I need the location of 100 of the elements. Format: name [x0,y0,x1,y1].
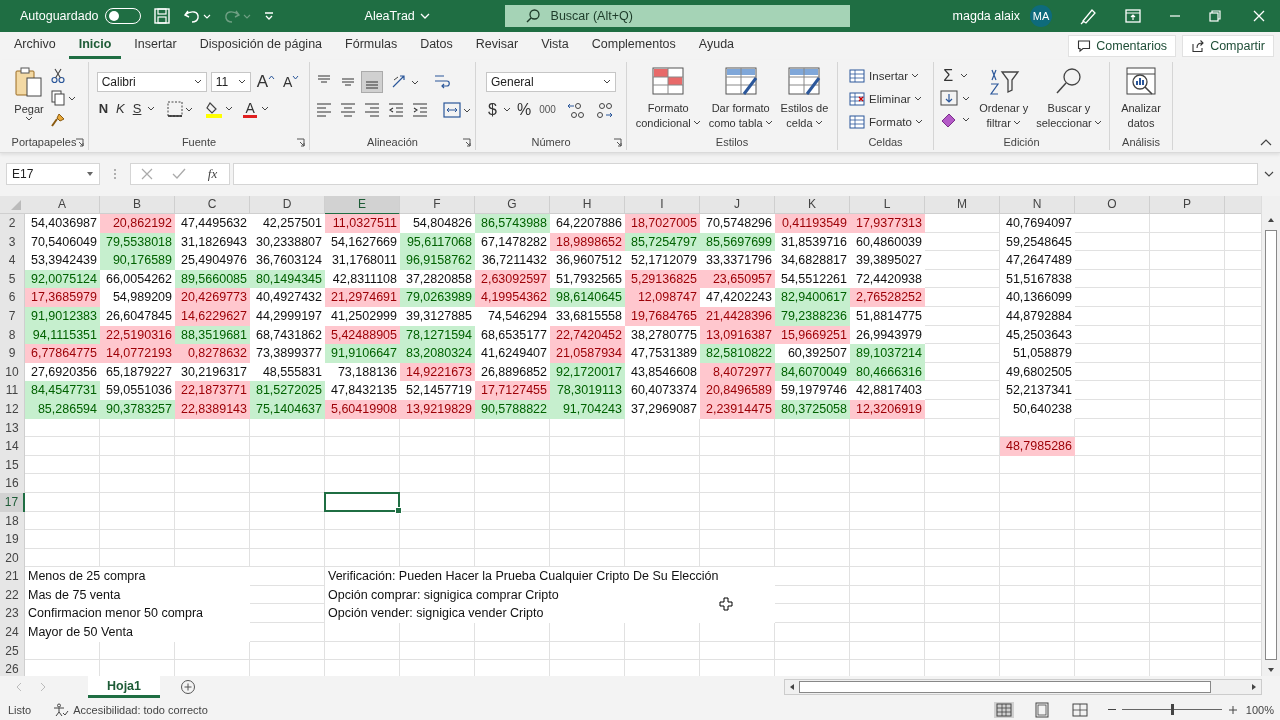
sheet-tab[interactable]: Hoja1 [88,676,160,698]
analyze-data-button[interactable]: Analizar datos [1119,66,1163,130]
row-header[interactable]: 16 [0,474,25,493]
ribbon-group-label: Celdas [868,136,903,148]
menu-tab[interactable]: Revisar [465,33,529,59]
caret-icon [419,12,430,20]
save-icon[interactable] [152,7,171,25]
thousands-button[interactable]: 000 [537,101,558,119]
caret-icon [237,79,246,85]
dialog-launcher-icon[interactable] [296,138,305,147]
font-color-button[interactable]: A [243,100,257,118]
find-select-button[interactable]: Buscar y seleccionar [1034,66,1104,130]
table-cell: Menos de 25 compra [25,567,250,586]
caret-icon [692,120,701,126]
insert-cells-button[interactable]: Insertar [848,66,923,86]
autosum-button[interactable]: Σ [939,66,974,86]
restore-icon[interactable] [1208,9,1222,23]
scroll-down-icon[interactable] [1266,666,1276,674]
search-field[interactable]: Buscar (Alt+Q) [504,5,850,27]
percent-button[interactable]: % [514,101,534,119]
column-header[interactable]: P [1150,196,1225,215]
row-header[interactable]: 9 [0,344,25,363]
expand-icon[interactable] [1264,169,1274,178]
accessibility-icon [53,702,70,717]
row-header[interactable]: 26 [0,660,25,676]
copy-icon[interactable] [50,90,76,106]
zoom-level[interactable]: 100% [1245,703,1274,716]
row-header[interactable]: 21 [0,567,25,586]
brush-icon[interactable] [50,112,66,128]
font-select[interactable]: Calibri [96,72,207,92]
row-header[interactable]: 24 [0,623,25,642]
bold-button[interactable]: N [96,100,111,118]
menu-tab[interactable]: Datos [410,33,463,59]
cells-icon [848,68,867,84]
document-title[interactable]: AleaTrad [364,9,415,23]
table-cell: 90,176589 [100,251,175,270]
share-button[interactable]: Compartir [1182,35,1274,57]
scroll-left-icon[interactable] [788,682,796,692]
zoom-in-icon[interactable] [1227,704,1238,715]
align-bottom-icon[interactable] [361,72,382,92]
menu-tab[interactable]: Fórmulas [335,33,408,59]
delete-cells-button[interactable]: Eliminar [848,89,923,109]
user-name[interactable]: magda alaix [952,9,1020,23]
sort-filter-button[interactable]: Ordenar y filtrar [977,66,1031,130]
row-header[interactable]: 4 [0,251,25,270]
table-cell: 20,862192 [100,214,175,233]
increase-decimal-icon[interactable] [565,100,586,120]
conditional-format-button[interactable]: Formato condicional [633,66,703,130]
number-format-select[interactable]: General [486,72,616,92]
fill-color-icon[interactable] [205,100,234,118]
page-break-icon[interactable] [1069,701,1090,718]
menu-tab[interactable]: Vista [531,33,579,59]
row-header[interactable]: 14 [0,437,25,456]
grow-font-button[interactable]: A [254,73,277,91]
formula-input[interactable] [233,162,1258,185]
paste-button[interactable]: Pegar [12,66,46,122]
collapse-ribbon-icon[interactable] [1260,138,1272,146]
name-box[interactable]: E17 [6,162,100,185]
table-cell: 79,0263989 [400,288,475,307]
format-as-table-button[interactable]: Dar formato como tabla [706,66,775,130]
cell-styles-button[interactable]: Estilos de celda [778,66,831,130]
menu-tab[interactable]: Disposición de página [189,33,333,59]
zoom-slider[interactable] [1170,704,1174,715]
dialog-launcher-icon[interactable] [613,138,622,147]
column-header[interactable]: O [1075,196,1150,215]
scroll-right-icon[interactable] [1250,682,1258,692]
table-cell: 82,5810822 [700,344,775,363]
dialog-launcher-icon[interactable] [75,138,84,147]
shrink-font-button[interactable]: A [281,73,302,91]
menu-tab[interactable]: Ayuda [688,33,745,59]
accessibility-button[interactable]: Accesibilidad: todo correcto [53,702,208,717]
row-header[interactable]: 11 [0,381,25,400]
currency-button[interactable]: $ [486,101,499,119]
comments-button[interactable]: Comentarios [1068,35,1177,57]
row-header[interactable]: 2 [0,214,25,233]
table-cell: 21,0587934 [550,344,625,363]
normal-view-icon[interactable] [993,701,1014,718]
format-cells-button[interactable]: Formato [848,112,923,132]
menu-tab[interactable]: Complementos [581,33,686,59]
cut-icon[interactable] [50,68,66,84]
table-cell: 20,4269773 [175,288,250,307]
borders-icon[interactable] [167,101,194,117]
italic-button[interactable]: K [114,100,127,118]
row-header[interactable]: 19 [0,530,25,549]
scroll-up-icon[interactable] [1266,216,1276,224]
insert-function-button[interactable]: fx [205,165,220,182]
avatar[interactable]: MA [1030,5,1052,27]
merge-cells-icon[interactable] [441,100,472,120]
dialog-launcher-icon[interactable] [462,138,471,147]
add-sheet-icon[interactable] [180,679,196,695]
font-size-select[interactable]: 11 [210,72,251,92]
menu-tab[interactable]: Insertar [124,33,187,59]
horizontal-scrollbar[interactable] [784,679,1262,695]
display-icon[interactable] [1124,8,1142,24]
table-cell: Verificación: Pueden Hacer la Prueba Cualquier Cripto De Su Elección [325,567,775,586]
row-header[interactable]: 23 [0,604,25,624]
row-header[interactable]: 6 [0,288,25,307]
close-icon[interactable] [1252,9,1266,23]
underline-button[interactable]: S [130,100,144,118]
menu-tab[interactable]: Archivo [4,33,66,59]
